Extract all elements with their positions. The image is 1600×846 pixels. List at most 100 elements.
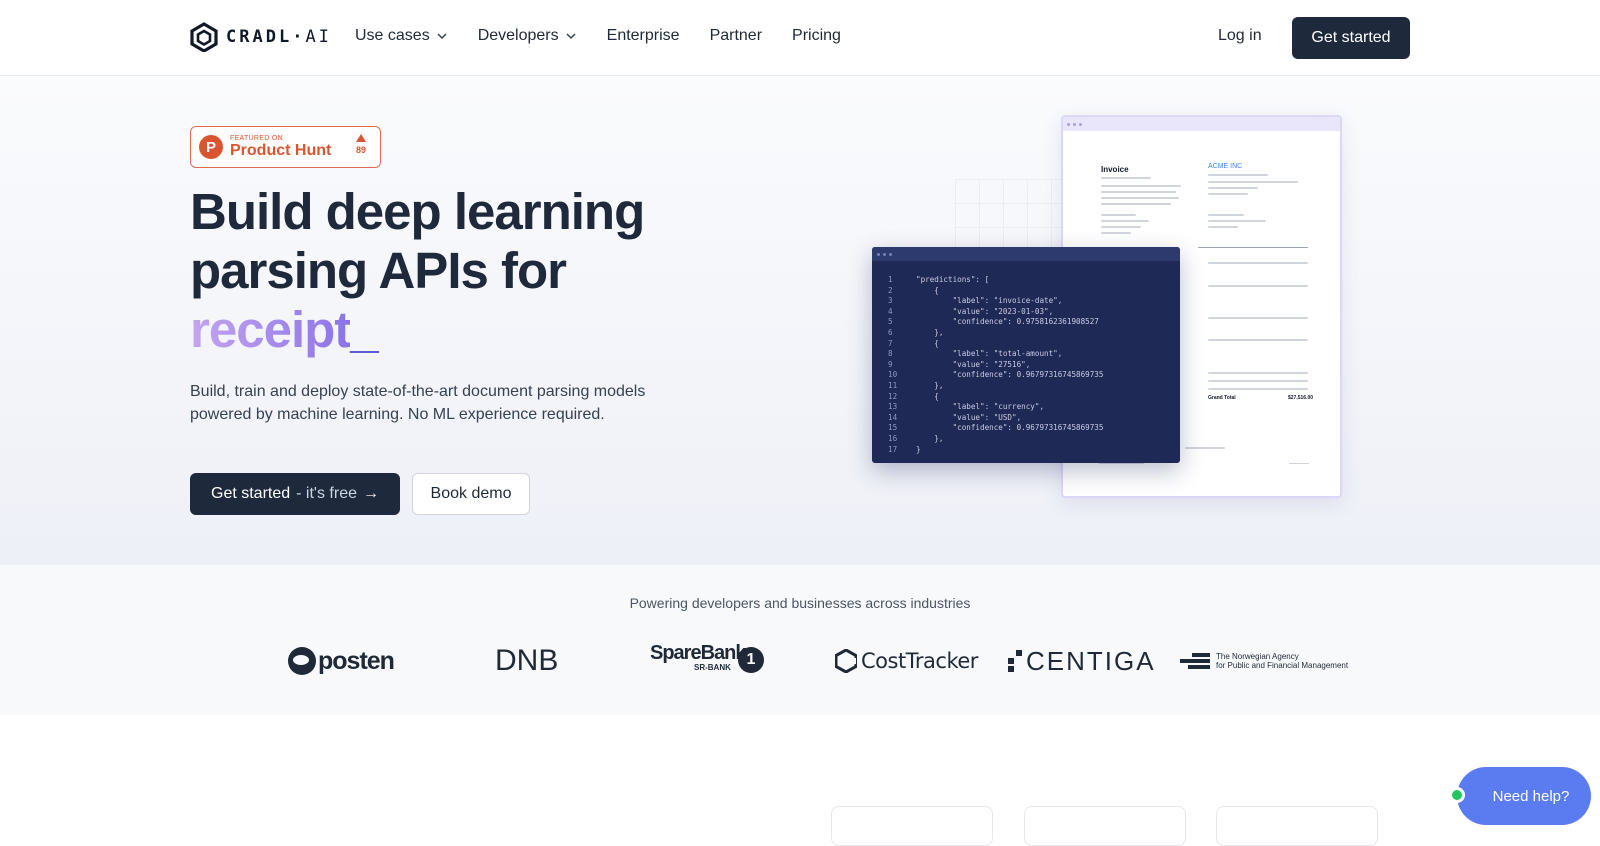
invoice-grand-total-label: Grand Total [1208,395,1236,401]
code-text: "label": "total-amount", [916,349,1063,359]
cradl-logo[interactable]: CRADL·AI [190,22,332,52]
norwegian-agency-text: The Norwegian Agency for Public and Fina… [1216,652,1348,670]
code-text: "value": "2023-01-03", [916,306,1054,316]
posten-ring-icon [288,647,316,675]
code-text: }, [916,380,944,390]
code-text: "label": "currency", [916,402,1045,412]
costtracker-hex-icon [835,649,857,673]
invoice-window-bar [1063,117,1340,131]
nav-pricing-label: Pricing [792,27,841,44]
top-navigation: CRADL·AI Use cases Developers Enterprise… [0,0,1600,76]
code-text: }, [916,327,944,337]
line-number: 6 [888,327,893,337]
posten-logo: posten [288,643,395,679]
code-line: 3 "label": "invoice-date", [888,296,1180,307]
code-line: 15 "confidence": 0.96797316745869735 [888,423,1180,434]
product-hunt-icon: P [199,135,223,159]
product-hunt-badge[interactable]: P FEATURED ON Product Hunt 89 [190,126,381,168]
code-text: } [916,444,921,454]
line-number: 13 [888,402,898,412]
line-number: 9 [888,359,893,369]
product-hunt-votes: 89 [355,134,366,155]
code-text: "label": "invoice-date", [916,296,1063,306]
sparebank-1-icon: 1 [738,647,764,673]
invoice-company: ACME INC [1208,163,1243,170]
code-text: "confidence": 0.9758162361908527 [916,317,1099,327]
code-line: 1 "predictions": [ [888,275,1180,286]
upvote-triangle-icon [355,134,366,142]
need-help-chat-button[interactable]: Need help? [1457,767,1591,825]
code-line: 10 "confidence": 0.96797316745869735 [888,370,1180,381]
sparebank-logo: SpareBank SR-BANK 1 [650,642,764,679]
nav-developers[interactable]: Developers [478,27,577,45]
hero-heading: Build deep learning parsing APIs for rec… [190,182,645,359]
code-text: { [916,338,939,348]
hero-subtitle: Build, train and deploy state-of-the-art… [190,383,646,423]
sparebank-wordmark: SpareBank [650,642,746,664]
costtracker-logo: CostTracker [835,643,978,679]
line-number: 10 [888,370,898,380]
line-number: 16 [888,433,898,443]
invoice-grand-total-value: $27,516.00 [1288,395,1314,401]
norwegian-agency-line2: for Public and Financial Management [1216,661,1349,670]
code-line: 2 { [888,286,1180,297]
hero-heading-line1: Build deep learning [190,183,645,240]
posten-wordmark: posten [318,646,395,675]
code-text: }, [916,433,944,443]
nav-links: Use cases Developers Enterprise Partner … [355,27,871,45]
code-text: "confidence": 0.96797316745869735 [916,423,1104,433]
feature-card[interactable] [1024,806,1186,846]
line-number: 1 [888,275,893,284]
nav-enterprise[interactable]: Enterprise [607,27,680,45]
code-window-bar [872,247,1180,261]
get-started-free-button[interactable]: Get started - it's free → [190,473,400,515]
line-number: 17 [888,444,898,454]
get-started-nav-button[interactable]: Get started [1292,17,1410,59]
book-demo-button[interactable]: Book demo [412,473,530,515]
nav-use-cases-label: Use cases [355,27,430,44]
code-text: "value": "USD", [916,412,1022,422]
line-number: 4 [888,306,893,316]
nav-partner[interactable]: Partner [710,27,762,45]
norwegian-agency-line1: The Norwegian Agency [1216,652,1299,661]
norwegian-agency-logo: The Norwegian Agency for Public and Fina… [1180,643,1348,679]
nav-developers-label: Developers [477,27,559,44]
hero-heading-typed-line: receipt_ [190,300,644,359]
centiga-wordmark: CENTIGA [1026,645,1156,676]
sparebank-sub: SR-BANK [694,663,731,672]
code-text: "value": "27516", [916,359,1031,369]
logo-wordmark: CRADL·AI [226,27,332,47]
dnb-logo: DNB [495,644,559,677]
login-link[interactable]: Log in [1218,27,1262,45]
centiga-logo: CENTIGA [1008,643,1156,679]
code-line: 14 "value": "USD", [888,413,1180,424]
line-number: 3 [888,296,893,306]
hero-heading-line2: parsing APIs for [190,242,567,299]
product-hunt-featured: FEATURED ON [230,135,283,142]
feature-card[interactable] [1216,806,1378,846]
invoice-title: Invoice [1101,165,1129,174]
line-number: 11 [888,380,898,390]
chevron-down-icon [437,33,447,40]
chevron-down-icon [566,33,576,40]
nav-enterprise-label: Enterprise [606,27,680,44]
code-text: "confidence": 0.96797316745869735 [916,370,1104,380]
hero-section: P FEATURED ON Product Hunt 89 Build deep… [0,77,1600,565]
nav-pricing[interactable]: Pricing [792,27,841,45]
code-line: 5 "confidence": 0.9758162361908527 [888,317,1180,328]
nav-use-cases[interactable]: Use cases [355,27,448,45]
feature-card[interactable] [831,806,993,846]
code-line: 11 }, [888,381,1180,392]
typing-cursor: _ [350,301,378,358]
nav-partner-label: Partner [709,27,763,44]
costtracker-wordmark: CostTracker [861,649,978,673]
line-number: 2 [888,285,893,295]
code-text: { [916,391,939,401]
cradl-hex-icon [190,22,218,52]
centiga-squares-icon [1008,650,1022,672]
code-text: "predictions": [ [916,275,990,284]
code-line: 6 }, [888,328,1180,339]
line-number: 15 [888,423,898,433]
logos-heading: Powering developers and businesses acros… [629,595,971,611]
code-line: 13 "label": "currency", [888,402,1180,413]
